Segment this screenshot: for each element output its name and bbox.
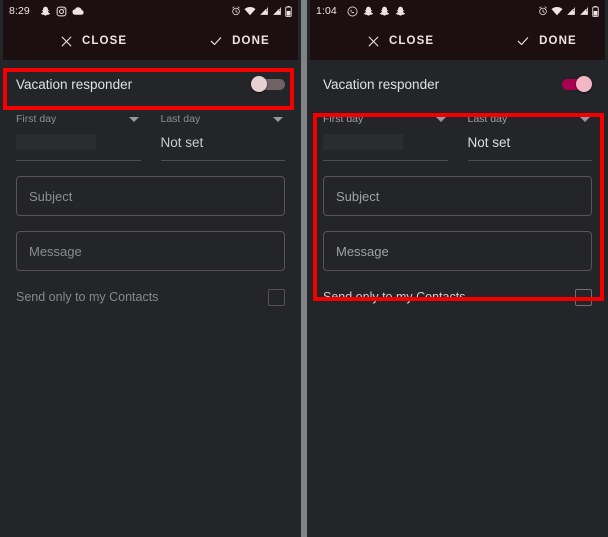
message-placeholder-right: Message — [336, 243, 389, 259]
done-button-label: DONE — [232, 35, 270, 47]
close-button[interactable]: CLOSE — [60, 35, 127, 48]
contacts-only-label: Send only to my Contacts — [16, 290, 159, 304]
toggle-knob-right — [576, 76, 592, 92]
contacts-only-checkbox[interactable] — [268, 288, 285, 306]
vacation-responder-toggle-right[interactable] — [558, 76, 592, 92]
close-icon — [60, 35, 73, 48]
message-placeholder: Message — [29, 243, 82, 259]
last-day-field[interactable]: Last day Not set — [160, 113, 285, 161]
snapchat-icon — [40, 6, 51, 17]
comparison-screenshot: 8:29 CLOSE DONE Vacation responder First… — [0, 0, 608, 537]
message-input[interactable]: Message — [16, 231, 285, 271]
vacation-responder-form-right: Vacation responder First day Last day No… — [310, 60, 605, 534]
chevron-down-icon[interactable] — [435, 117, 446, 122]
app-bar-left: CLOSE DONE — [3, 22, 298, 60]
done-button[interactable]: DONE — [209, 34, 270, 48]
subject-placeholder: Subject — [29, 188, 73, 204]
snapchat-icon — [363, 6, 374, 17]
chevron-down-icon-2[interactable] — [273, 117, 283, 122]
vacation-responder-form-left: Vacation responder First day Last day No… — [3, 60, 298, 534]
close-icon — [367, 35, 380, 48]
status-bar-right: 1:04 — [310, 0, 605, 22]
vacation-responder-label-right: Vacation responder — [323, 76, 440, 92]
contacts-only-label-right: Send only to my Contacts — [323, 290, 466, 304]
vacation-responder-toggle[interactable] — [251, 76, 285, 92]
battery-icon — [592, 5, 599, 17]
subject-input-right[interactable]: Subject — [323, 176, 592, 216]
check-icon — [209, 34, 223, 48]
alarm-icon — [538, 6, 548, 16]
last-day-value-right: Not set — [467, 134, 592, 161]
cloud-icon — [72, 6, 84, 16]
status-time-right: 1:04 — [316, 5, 337, 17]
date-range-row-right: First day Last day Not set — [310, 113, 605, 161]
subject-placeholder-right: Subject — [336, 188, 380, 204]
close-button-right[interactable]: CLOSE — [367, 35, 434, 48]
first-day-value — [16, 134, 141, 161]
contacts-only-row[interactable]: Send only to my Contacts — [3, 275, 298, 319]
battery-icon — [285, 5, 292, 17]
wifi-icon — [551, 6, 563, 16]
last-day-field-right[interactable]: Last day Not set — [467, 113, 592, 161]
done-button-right[interactable]: DONE — [516, 34, 577, 48]
contacts-only-row-right[interactable]: Send only to my Contacts — [310, 275, 605, 319]
contacts-only-checkbox-right[interactable] — [575, 288, 592, 306]
snapchat-icon-3 — [395, 6, 406, 17]
whatsapp-icon — [347, 6, 358, 17]
vacation-responder-row[interactable]: Vacation responder — [3, 60, 298, 108]
date-range-row-left: First day Last day Not set — [3, 113, 298, 161]
subject-input[interactable]: Subject — [16, 176, 285, 216]
first-day-label-right: First day — [323, 113, 364, 125]
vacation-responder-label: Vacation responder — [16, 76, 133, 92]
status-bar-left: 8:29 — [3, 0, 298, 22]
first-day-label: First day — [16, 113, 57, 125]
snapchat-icon-2 — [379, 6, 390, 17]
close-button-label: CLOSE — [82, 35, 128, 47]
message-input-right[interactable]: Message — [323, 231, 592, 271]
status-time: 8:29 — [9, 5, 30, 17]
chevron-down-icon-2[interactable] — [580, 117, 590, 122]
signal-icon-2 — [579, 6, 589, 16]
last-day-value: Not set — [160, 134, 285, 161]
chevron-down-icon[interactable] — [128, 117, 139, 122]
first-day-value-right — [323, 134, 448, 161]
first-day-field[interactable]: First day — [16, 113, 141, 161]
wifi-icon — [244, 6, 256, 16]
close-button-label-right: CLOSE — [389, 35, 435, 47]
signal-icon-2 — [272, 6, 282, 16]
last-day-label: Last day — [160, 113, 201, 125]
alarm-icon — [231, 6, 241, 16]
done-button-label-right: DONE — [539, 35, 577, 47]
vacation-responder-row-right[interactable]: Vacation responder — [310, 60, 605, 108]
right-phone-panel: 1:04 CLOSE DONE Vacation responder First… — [307, 0, 608, 537]
instagram-icon — [56, 6, 67, 17]
toggle-knob — [251, 76, 267, 92]
last-day-label-right: Last day — [467, 113, 508, 125]
signal-icon — [259, 6, 269, 16]
app-bar-right: CLOSE DONE — [310, 22, 605, 60]
first-day-field-right[interactable]: First day — [323, 113, 448, 161]
check-icon — [516, 34, 530, 48]
left-phone-panel: 8:29 CLOSE DONE Vacation responder First… — [0, 0, 301, 537]
signal-icon — [566, 6, 576, 16]
